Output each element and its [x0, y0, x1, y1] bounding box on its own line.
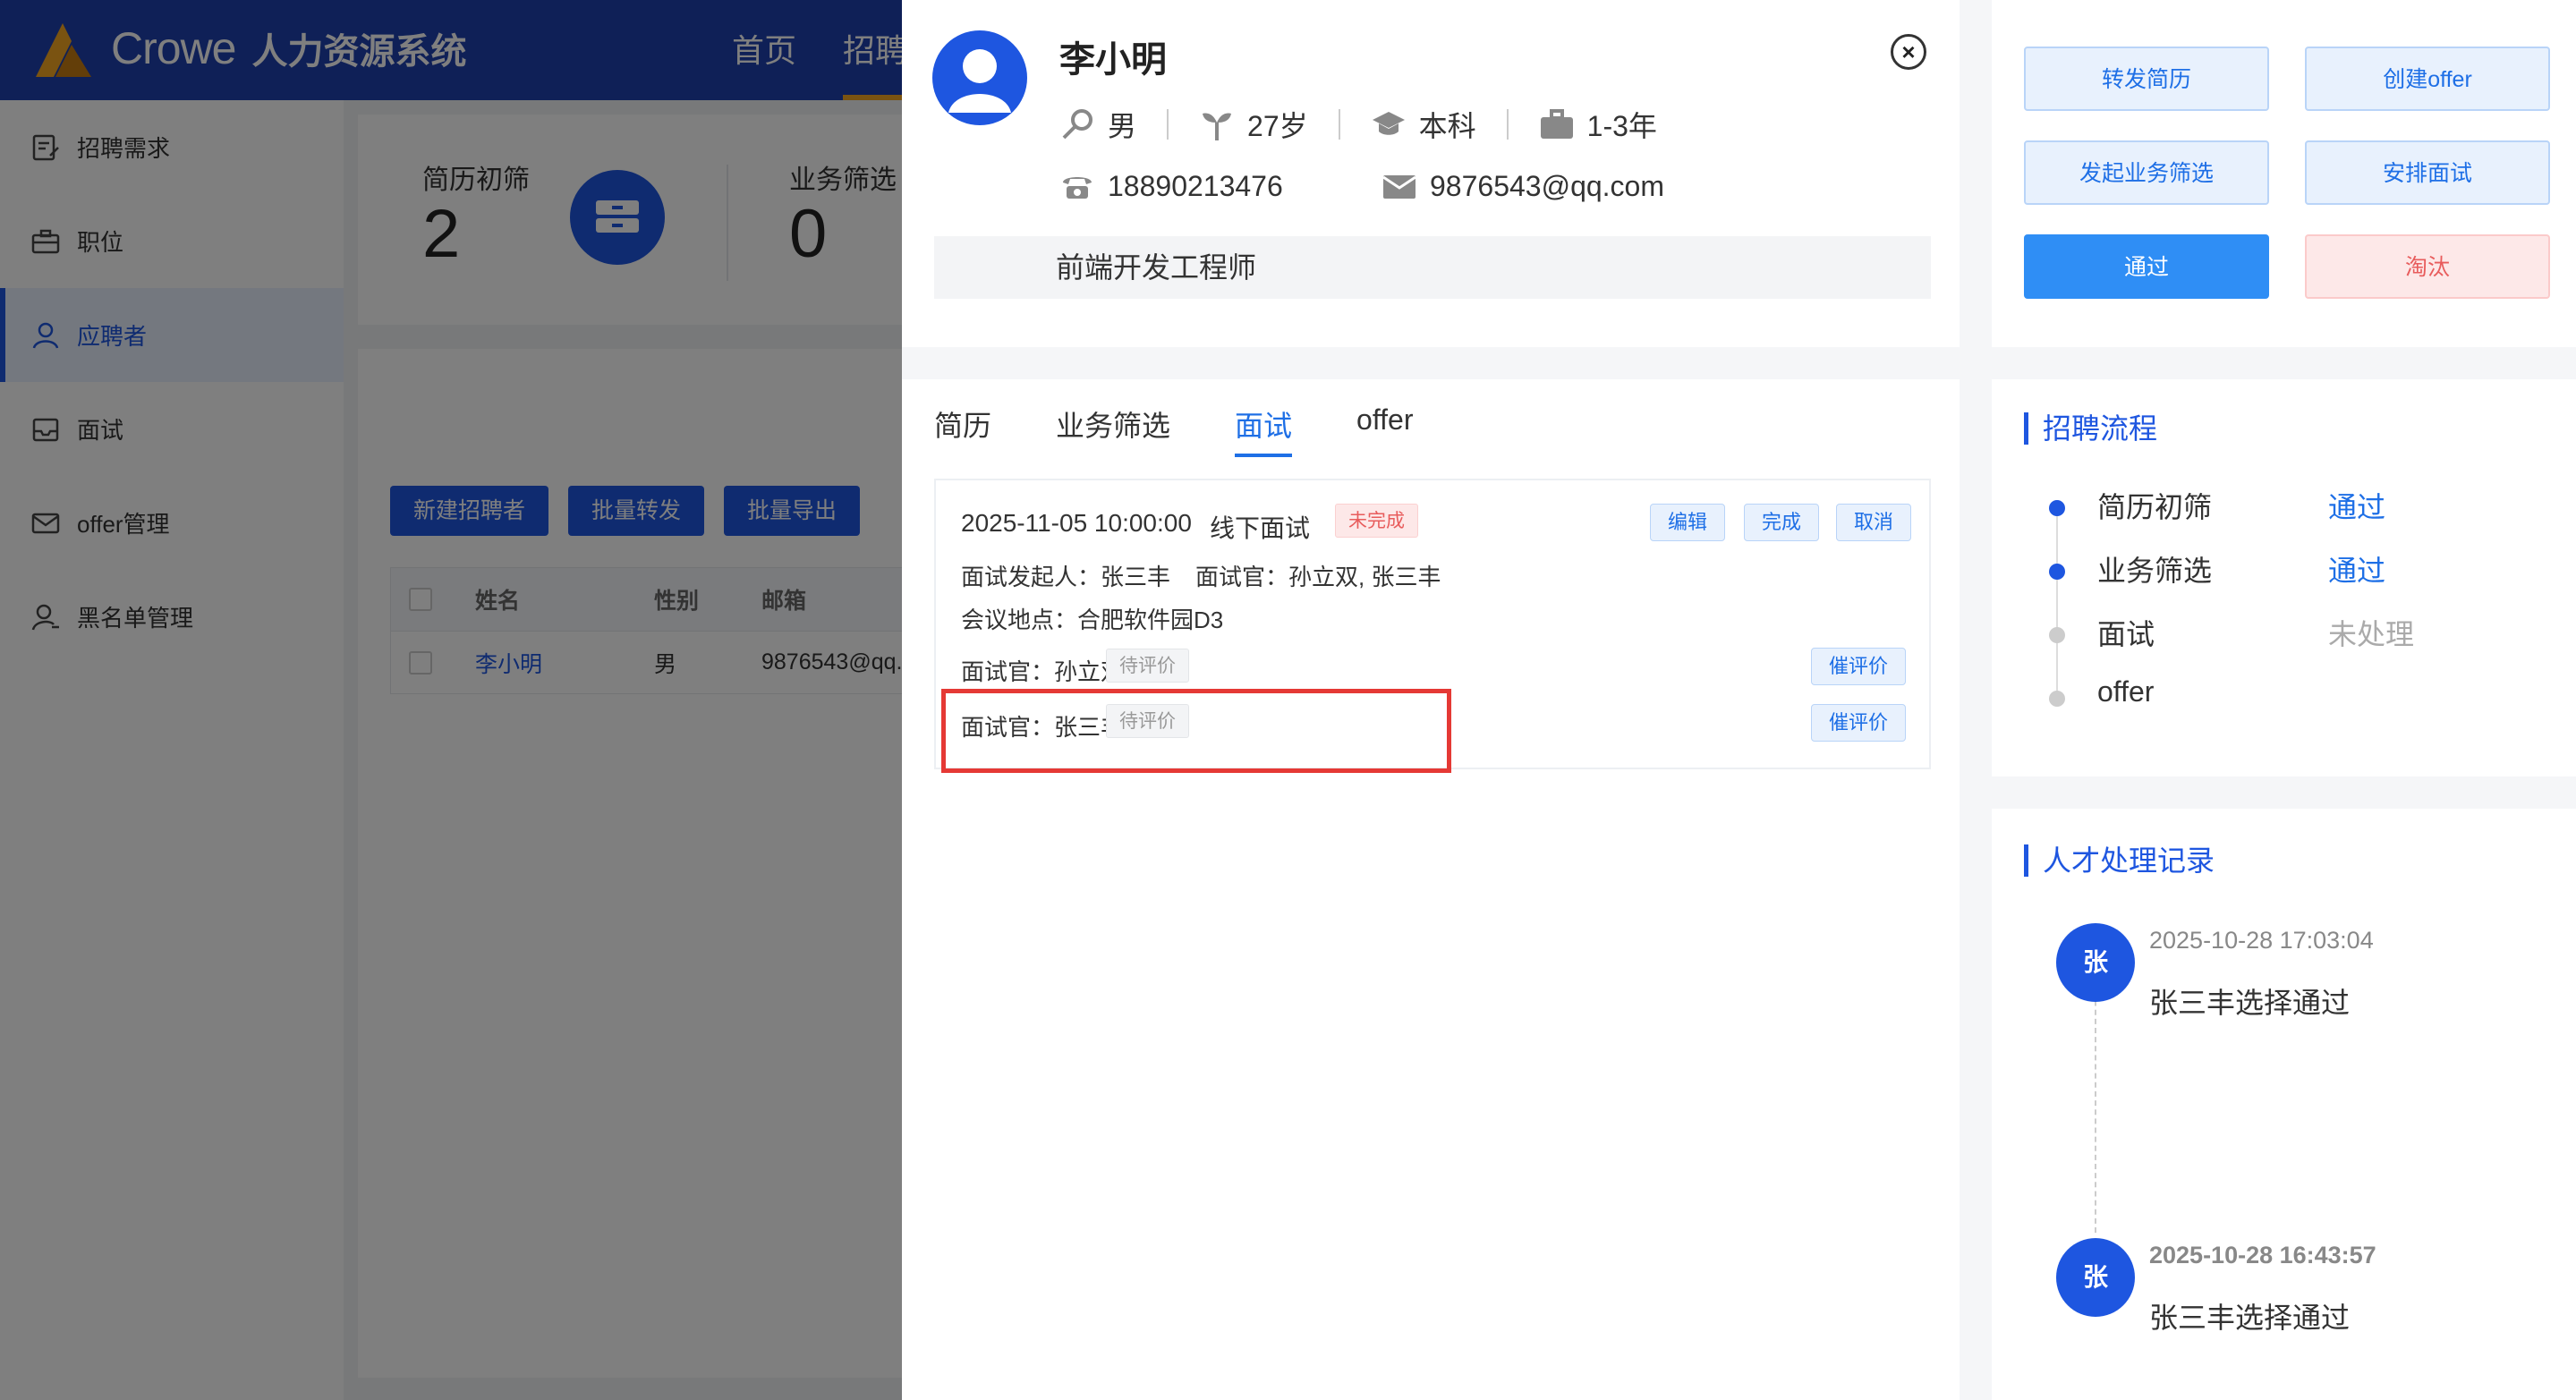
briefcase-icon: [1540, 109, 1573, 139]
complete-interview-button[interactable]: 完成: [1744, 504, 1819, 541]
step-name: 业务筛选: [2097, 555, 2213, 587]
create-offer-button[interactable]: 创建offer: [2305, 47, 2550, 111]
interview-location: 会议地点：合肥软件园D3: [961, 607, 1224, 633]
step-status: 通过: [2328, 555, 2386, 587]
tab-interview[interactable]: 面试: [1235, 403, 1293, 457]
pass-button[interactable]: 通过: [2024, 234, 2269, 299]
record-time: 2025-10-28 16:43:57: [2149, 1242, 2376, 1268]
step-status: 未处理: [2328, 618, 2415, 650]
candidate-name: 李小明: [1059, 40, 1167, 80]
cancel-interview-button[interactable]: 取消: [1836, 504, 1911, 541]
step-name: 简历初筛: [2097, 491, 2213, 523]
interview-status-badge: 未完成: [1335, 504, 1418, 538]
records-panel: 人才处理记录 张 2025-10-28 17:03:04 张三丰选择通过 张 2…: [1992, 809, 2576, 1400]
forward-resume-button[interactable]: 转发简历: [2024, 47, 2269, 111]
process-line: [2056, 506, 2058, 701]
candidate-gender: 男: [1108, 110, 1137, 142]
detail-tabs: 简历 业务筛选 面试 offer: [934, 403, 1478, 457]
evaluation-status-badge: 待评价: [1106, 649, 1189, 683]
candidate-detail-drawer: 李小明 × 男 27岁 本科 1-3年 18890213476 9876543@…: [902, 0, 2576, 1400]
sprout-icon: [1203, 113, 1232, 140]
records-timeline-line: [2095, 964, 2096, 1233]
tab-offer[interactable]: offer: [1356, 403, 1413, 457]
step-dot: [2049, 691, 2065, 707]
edit-interview-button[interactable]: 编辑: [1650, 504, 1725, 541]
record-time: 2025-10-28 17:03:04: [2149, 927, 2374, 954]
candidate-contact-info: 18890213476 9876543@qq.com: [1059, 168, 1664, 204]
candidate-email: 9876543@qq.com: [1430, 169, 1664, 202]
tab-resume[interactable]: 简历: [934, 403, 991, 457]
profile-panel: 李小明 × 男 27岁 本科 1-3年 18890213476 9876543@…: [902, 0, 1960, 347]
record-avatar: 张: [2056, 923, 2135, 1002]
process-title: 招聘流程: [2024, 412, 2157, 445]
phone-icon: [1063, 177, 1092, 199]
arrange-interview-button[interactable]: 安排面试: [2305, 140, 2550, 205]
candidate-phone: 18890213476: [1108, 169, 1283, 202]
highlight-box: [941, 689, 1451, 773]
step-name: 面试: [2097, 618, 2155, 650]
candidate-experience: 1-3年: [1586, 110, 1657, 142]
interview-mode: 线下面试: [1210, 514, 1311, 542]
actions-panel: 转发简历 创建offer 发起业务筛选 安排面试 通过 淘汰: [1992, 0, 2576, 347]
reject-button[interactable]: 淘汰: [2305, 234, 2550, 299]
candidate-age: 27岁: [1247, 110, 1308, 142]
graduation-cap-icon: [1372, 112, 1405, 135]
record-text: 张三丰选择通过: [2149, 1302, 2351, 1334]
candidate-education: 本科: [1418, 110, 1476, 142]
interview-initiator: 面试发起人：张三丰: [961, 564, 1171, 590]
process-panel: 招聘流程 简历初筛 通过 业务筛选 通过 面试 未处理 offer: [1992, 379, 2576, 776]
remind-evaluation-button[interactable]: 催评价: [1811, 704, 1906, 742]
start-business-screen-button[interactable]: 发起业务筛选: [2024, 140, 2269, 205]
user-avatar-icon: [948, 49, 1011, 113]
candidate-avatar: [932, 30, 1027, 125]
mail-icon: [1382, 175, 1416, 199]
step-dot: [2049, 500, 2065, 516]
applied-position: 前端开发工程师: [934, 236, 1931, 299]
candidate-basic-info: 男 27岁 本科 1-3年: [1059, 104, 1657, 145]
step-dot: [2049, 564, 2065, 580]
records-title: 人才处理记录: [2024, 844, 2215, 877]
record-avatar: 张: [2056, 1238, 2135, 1317]
step-dot: [2049, 627, 2065, 643]
step-name: offer: [2097, 675, 2155, 708]
interview-datetime: 2025-11-05 10:00:00: [961, 509, 1192, 537]
remind-evaluation-button[interactable]: 催评价: [1811, 648, 1906, 685]
close-drawer-button[interactable]: ×: [1891, 34, 1926, 70]
interview-interviewers: 面试官：孙立双, 张三丰: [1195, 564, 1441, 590]
record-text: 张三丰选择通过: [2149, 987, 2351, 1019]
tab-business-screen[interactable]: 业务筛选: [1056, 403, 1170, 457]
evaluation-interviewer: 面试官：孙立双: [961, 658, 1125, 685]
gender-icon: [1062, 109, 1092, 140]
step-status: 通过: [2328, 491, 2386, 523]
